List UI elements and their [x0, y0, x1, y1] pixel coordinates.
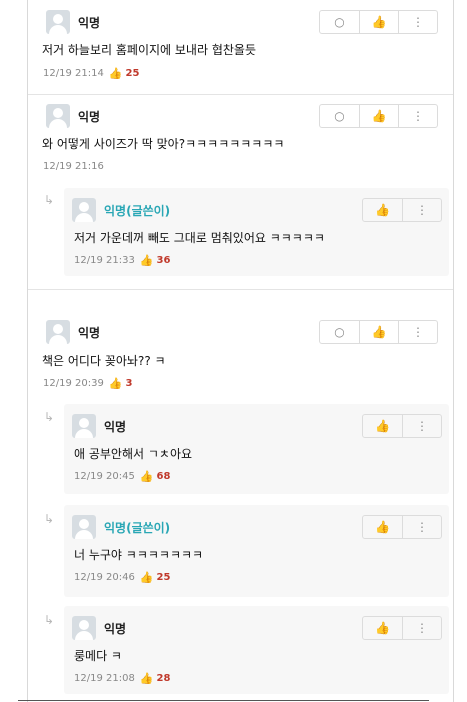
thumb-up-icon[interactable]: 👍 [359, 321, 398, 343]
comment-header: 익명 [46, 104, 100, 128]
thumb-up-icon: 👍 [139, 672, 154, 685]
comment-meta: 12/19 21:14 👍 25 [43, 67, 139, 80]
thumb-up-icon[interactable]: 👍 [359, 11, 398, 33]
reply-header: 익명 [72, 414, 126, 438]
timestamp: 12/19 21:08 [74, 673, 135, 684]
timestamp: 12/19 20:39 [43, 378, 104, 389]
reply-arrow-icon: ↳ [44, 193, 55, 207]
avatar [72, 616, 96, 640]
reply-header: 익명 [72, 616, 126, 640]
divider [28, 289, 453, 290]
vertical-ellipsis-icon[interactable]: ⋮ [398, 105, 437, 127]
like-count: 👍 25 [139, 571, 171, 584]
reply-arrow-icon: ↳ [44, 410, 55, 424]
comment-actions: ○ 👍 ⋮ [319, 320, 438, 344]
reply-actions: 👍 ⋮ [362, 414, 442, 438]
vertical-ellipsis-icon[interactable]: ⋮ [402, 199, 441, 221]
timestamp: 12/19 21:14 [43, 68, 104, 79]
author-name: 익명 [78, 15, 101, 30]
reply-arrow-icon: ↳ [44, 512, 55, 526]
reply-meta: 12/19 20:46 👍 25 [74, 571, 170, 584]
timestamp: 12/19 21:33 [74, 255, 135, 266]
reply-meta: 12/19 20:45 👍 68 [74, 470, 170, 483]
reply-header: 익명(글쓴이) [72, 198, 170, 222]
author-name: 익명 [78, 109, 101, 124]
thumb-up-icon: 👍 [108, 67, 123, 80]
comment-header: 익명 [46, 10, 100, 34]
author-name: 익명(글쓴이) [104, 203, 171, 218]
thumb-up-icon[interactable]: 👍 [363, 617, 402, 639]
reply-actions: 👍 ⋮ [362, 616, 442, 640]
avatar [72, 515, 96, 539]
like-count: 👍 68 [139, 470, 171, 483]
comment-text: 저거 하늘보리 홈페이지에 보내라 협찬올듯 [42, 43, 256, 57]
reply: 익명(글쓴이) 👍 ⋮ 너 누구야 ㅋㅋㅋㅋㅋㅋㅋ 12/19 20:46 👍 2… [64, 505, 449, 597]
reply-arrow-icon: ↳ [44, 613, 55, 627]
vertical-ellipsis-icon[interactable]: ⋮ [398, 321, 437, 343]
comment-meta: 12/19 21:16 [43, 161, 104, 172]
comment-header: 익명 [46, 320, 100, 344]
author-name: 익명 [104, 621, 127, 636]
thumb-up-icon: 👍 [139, 254, 154, 267]
thumb-up-icon: 👍 [108, 377, 123, 390]
divider [18, 700, 429, 701]
avatar [46, 320, 70, 344]
reply: 익명 👍 ⋮ 룽메다 ㅋ 12/19 21:08 👍 28 [64, 606, 449, 694]
comment-actions: ○ 👍 ⋮ [319, 104, 438, 128]
reply-text: 애 공부안해서 ㄱㅊ아요 [74, 447, 193, 461]
comment-actions: ○ 👍 ⋮ [319, 10, 438, 34]
thumb-up-icon[interactable]: 👍 [363, 415, 402, 437]
comment-text: 책은 어디다 꽂아놔?? ㅋ [42, 354, 166, 368]
thumb-up-icon[interactable]: 👍 [363, 199, 402, 221]
divider [28, 94, 453, 95]
reply-header: 익명(글쓴이) [72, 515, 170, 539]
speech-bubble-icon[interactable]: ○ [320, 11, 359, 33]
avatar [72, 414, 96, 438]
like-count: 👍 25 [108, 67, 140, 80]
reply-meta: 12/19 21:33 👍 36 [74, 254, 170, 267]
comment-meta: 12/19 20:39 👍 3 [43, 377, 133, 390]
like-count: 👍 28 [139, 672, 171, 685]
reply-text: 룽메다 ㅋ [74, 649, 122, 663]
speech-bubble-icon[interactable]: ○ [320, 321, 359, 343]
thumb-up-icon: 👍 [139, 571, 154, 584]
author-name: 익명 [104, 419, 127, 434]
vertical-ellipsis-icon[interactable]: ⋮ [402, 516, 441, 538]
vertical-ellipsis-icon[interactable]: ⋮ [398, 11, 437, 33]
timestamp: 12/19 21:16 [43, 161, 104, 172]
reply: 익명 👍 ⋮ 애 공부안해서 ㄱㅊ아요 12/19 20:45 👍 68 [64, 404, 449, 494]
avatar [72, 198, 96, 222]
reply-actions: 👍 ⋮ [362, 198, 442, 222]
like-count: 👍 3 [108, 377, 133, 390]
speech-bubble-icon[interactable]: ○ [320, 105, 359, 127]
comment-text: 와 어떻게 사이즈가 딱 맞아?ㅋㅋㅋㅋㅋㅋㅋㅋㅋ [42, 137, 285, 151]
comment-list: 익명 ○ 👍 ⋮ 저거 하늘보리 홈페이지에 보내라 협찬올듯 12/19 21… [27, 0, 454, 702]
thumb-up-icon: 👍 [139, 470, 154, 483]
like-count: 👍 36 [139, 254, 171, 267]
reply-meta: 12/19 21:08 👍 28 [74, 672, 170, 685]
timestamp: 12/19 20:46 [74, 572, 135, 583]
vertical-ellipsis-icon[interactable]: ⋮ [402, 415, 441, 437]
avatar [46, 104, 70, 128]
reply-actions: 👍 ⋮ [362, 515, 442, 539]
author-name: 익명 [78, 325, 101, 340]
thumb-up-icon[interactable]: 👍 [359, 105, 398, 127]
reply-text: 너 누구야 ㅋㅋㅋㅋㅋㅋㅋ [74, 548, 204, 562]
reply: 익명(글쓴이) 👍 ⋮ 저거 가운데꺼 빼도 그대로 멈춰있어요 ㅋㅋㅋㅋㅋ 1… [64, 188, 449, 276]
reply-text: 저거 가운데꺼 빼도 그대로 멈춰있어요 ㅋㅋㅋㅋㅋ [74, 231, 325, 245]
timestamp: 12/19 20:45 [74, 471, 135, 482]
author-name: 익명(글쓴이) [104, 520, 171, 535]
thumb-up-icon[interactable]: 👍 [363, 516, 402, 538]
vertical-ellipsis-icon[interactable]: ⋮ [402, 617, 441, 639]
avatar [46, 10, 70, 34]
